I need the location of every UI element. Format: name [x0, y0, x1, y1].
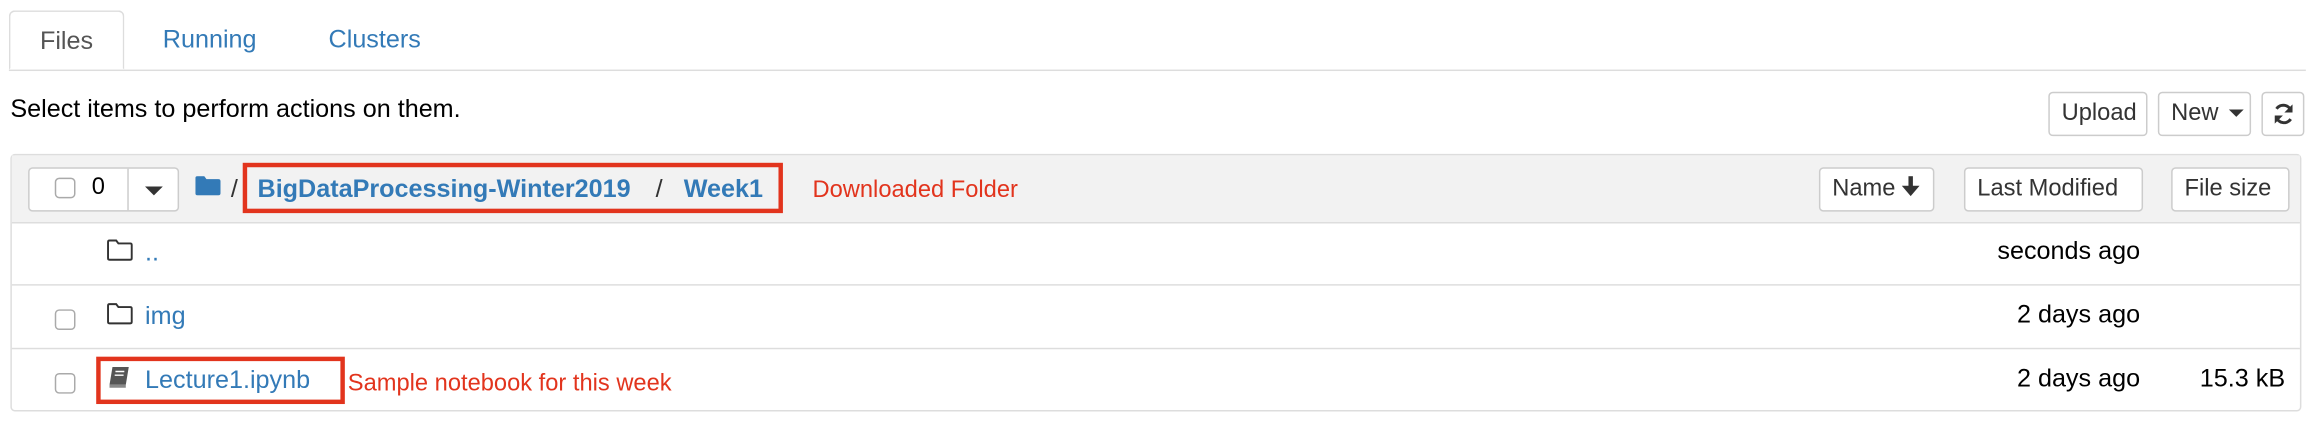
- new-button-label: New: [2171, 100, 2219, 126]
- new-dropdown-button[interactable]: New: [2157, 91, 2252, 137]
- tab-files[interactable]: Files: [8, 10, 125, 70]
- breadcrumb-item-current[interactable]: Week1: [684, 175, 763, 205]
- file-name-link[interactable]: ..: [145, 238, 159, 268]
- file-name-link[interactable]: img: [145, 302, 186, 332]
- sort-name-label: Name: [1832, 176, 1896, 202]
- notebook-icon: [109, 367, 129, 388]
- breadcrumb-separator: /: [230, 174, 238, 203]
- list-item[interactable]: .. seconds ago: [11, 222, 2300, 286]
- caret-down-icon: [145, 186, 163, 196]
- file-list: 0 / BigDataProcessing-Winter2019 / Week1…: [10, 153, 2302, 413]
- select-all-checkbox[interactable]: [54, 177, 76, 199]
- refresh-icon: [2274, 103, 2292, 125]
- breadcrumb-item-parent[interactable]: BigDataProcessing-Winter2019: [258, 175, 631, 205]
- jupyter-file-browser: Files Running Clusters Select items to p…: [0, 0, 2308, 426]
- breadcrumb-separator: /: [655, 174, 663, 203]
- file-list-header: 0 / BigDataProcessing-Winter2019 / Week1…: [11, 155, 2300, 224]
- sort-by-last-modified-button[interactable]: Last Modified: [1963, 167, 2144, 212]
- annotation-downloaded-folder: Downloaded Folder: [812, 177, 1018, 203]
- selected-count: 0: [91, 174, 105, 200]
- select-all-control: 0: [28, 167, 180, 212]
- caret-down-icon: [2229, 109, 2245, 118]
- row-checkbox[interactable]: [54, 309, 76, 331]
- tab-clusters[interactable]: Clusters: [299, 10, 450, 69]
- tab-bar: Files Running Clusters: [8, 10, 2306, 72]
- sort-by-file-size-button[interactable]: File size: [2171, 167, 2290, 212]
- sort-by-name-button[interactable]: Name: [1818, 167, 1935, 212]
- folder-outline-icon: [107, 239, 133, 261]
- row-checkbox[interactable]: [54, 372, 76, 394]
- folder-icon[interactable]: [195, 176, 221, 196]
- last-modified: seconds ago: [1997, 236, 2141, 265]
- arrow-down-icon: [1902, 176, 1920, 197]
- last-modified: 2 days ago: [2016, 300, 2141, 329]
- folder-outline-icon: [107, 303, 133, 325]
- file-size: 15.3 kB: [2199, 364, 2286, 393]
- tab-running[interactable]: Running: [133, 10, 286, 69]
- instructions-text: Select items to perform actions on them.: [10, 94, 461, 123]
- list-item[interactable]: img 2 days ago: [11, 286, 2300, 350]
- last-modified: 2 days ago: [2016, 364, 2141, 393]
- select-menu-dropdown[interactable]: [127, 168, 179, 211]
- list-item[interactable]: Lecture1.ipynb Sample notebook for this …: [12, 349, 2300, 413]
- annotation-sample-notebook: Sample notebook for this week: [347, 371, 672, 397]
- file-name-link[interactable]: Lecture1.ipynb: [145, 366, 310, 396]
- upload-button[interactable]: Upload: [2048, 91, 2148, 137]
- refresh-button[interactable]: [2261, 91, 2305, 137]
